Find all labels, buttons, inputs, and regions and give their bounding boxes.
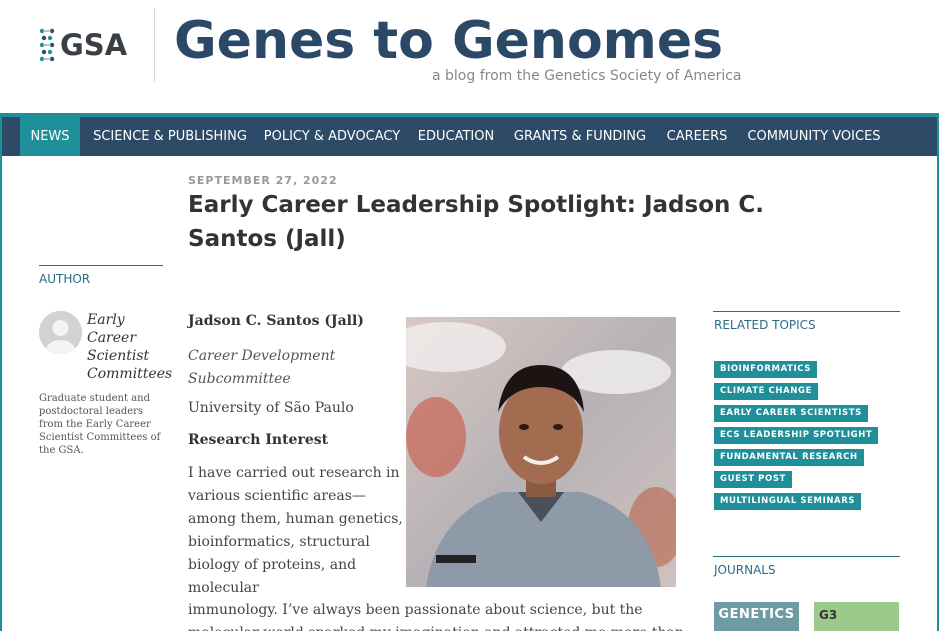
tag-ecs-leadership-spotlight[interactable]: ECS LEADERSHIP SPOTLIGHT [714, 427, 879, 444]
person-institution: University of São Paulo [188, 400, 354, 416]
dna-icon [39, 28, 55, 62]
person-name: Jadson C. Santos (Jall) [188, 313, 364, 329]
tag-guest-post[interactable]: GUEST POST [714, 471, 792, 488]
journal-g3-link[interactable]: G3 [814, 602, 899, 631]
research-paragraph-cut: molecular world sparked my imagination a… [188, 622, 684, 631]
main-nav: NEWS SCIENCE & PUBLISHING POLICY & ADVOC… [2, 117, 937, 156]
journal-genetics-link[interactable]: GENETICS [714, 602, 799, 631]
post-title: Early Career Leadership Spotlight: Jadso… [188, 192, 765, 252]
journals-divider [713, 556, 900, 557]
tag-early-career-scientists[interactable]: EARLY CAREER SCIENTISTS [714, 405, 868, 422]
site-tagline: a blog from the Genetics Society of Amer… [432, 68, 742, 84]
header-divider [154, 8, 155, 82]
related-topics-heading: RELATED TOPICS [714, 318, 816, 332]
portrait-photo [406, 317, 676, 587]
nav-item-grants-funding[interactable]: GRANTS & FUNDING [510, 117, 650, 156]
post-date: SEPTEMBER 27, 2022 [188, 174, 338, 187]
nav-item-policy-advocacy[interactable]: POLICY & ADVOCACY [260, 117, 404, 156]
research-paragraph-continued: immunology. I’ve always been passionate … [188, 602, 643, 618]
nav-item-education[interactable]: EDUCATION [412, 117, 500, 156]
author-description: Graduate student and postdoctoral leader… [39, 393, 161, 456]
site-title[interactable]: Genes to Genomes [174, 6, 723, 76]
journals-heading: JOURNALS [714, 563, 776, 577]
nav-item-news[interactable]: NEWS [20, 117, 80, 156]
research-paragraph: I have carried out research in various s… [188, 465, 403, 596]
research-interest-heading: Research Interest [188, 432, 329, 448]
tag-multilingual-seminars[interactable]: MULTILINGUAL SEMINARS [714, 493, 862, 510]
gsa-logo[interactable]: GSA [38, 26, 127, 64]
avatar-placeholder-icon [39, 311, 82, 354]
tag-bioinformatics[interactable]: BIOINFORMATICS [714, 361, 817, 378]
nav-item-careers[interactable]: CAREERS [660, 117, 734, 156]
author-avatar[interactable] [39, 311, 82, 354]
person-subcommittee: Career Development Subcommittee [188, 348, 336, 387]
author-divider [39, 265, 163, 266]
tag-fundamental-research[interactable]: FUNDAMENTAL RESEARCH [714, 449, 864, 466]
nav-item-community-voices[interactable]: COMMUNITY VOICES [744, 117, 884, 156]
author-heading: AUTHOR [39, 272, 91, 286]
nav-item-science-publishing[interactable]: SCIENCE & PUBLISHING [90, 117, 250, 156]
tag-climate-change[interactable]: CLIMATE CHANGE [714, 383, 818, 400]
logo-text: GSA [60, 28, 128, 62]
author-name-link[interactable]: Early Career Scientist Committees [87, 311, 172, 383]
site-header: GSA Genes to Genomes a blog from the Gen… [0, 0, 939, 113]
related-topics-divider [713, 311, 900, 312]
